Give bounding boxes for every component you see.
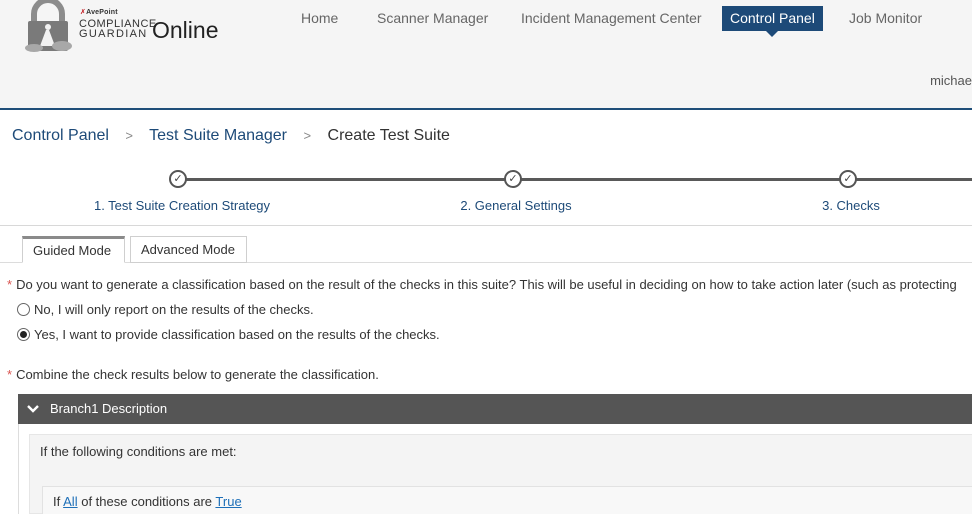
wizard-stepper: ✓ ✓ ✓ 1. Test Suite Creation Strategy 2.…: [0, 166, 972, 226]
rule-prefix: If: [53, 494, 61, 509]
breadcrumb: Control Panel > Test Suite Manager > Cre…: [12, 127, 450, 145]
nav-home[interactable]: Home: [301, 6, 338, 31]
step-2-check-icon: ✓: [504, 170, 522, 188]
classification-question: * Do you want to generate a classificatio…: [7, 277, 957, 292]
radio-no-label: No, I will only report on the results of…: [34, 302, 314, 317]
radio-option-no[interactable]: No, I will only report on the results of…: [17, 302, 314, 317]
breadcrumb-current-page: Create Test Suite: [327, 127, 450, 144]
tab-advanced-mode[interactable]: Advanced Mode: [130, 236, 247, 263]
condition-rule-text: If All of these conditions are True: [53, 494, 242, 509]
nav-incident-management-center[interactable]: Incident Management Center: [521, 6, 702, 31]
step-1-check-icon: ✓: [169, 170, 187, 188]
conditions-heading: If the following conditions are met:: [40, 444, 237, 459]
breadcrumb-separator: >: [125, 128, 133, 143]
chevron-down-icon[interactable]: [26, 402, 40, 416]
radio-yes-label: Yes, I want to provide classification ba…: [34, 327, 440, 342]
rule-middle: of these conditions are: [81, 494, 213, 509]
app-header: ✗AvePoint COMPLIANCE GUARDIAN Online Hom…: [0, 0, 972, 110]
step-3-label[interactable]: 3. Checks: [822, 198, 880, 213]
step-2-label[interactable]: 2. General Settings: [460, 198, 571, 213]
compliance-guardian-logo[interactable]: ✗AvePoint COMPLIANCE GUARDIAN Online: [22, 0, 232, 56]
breadcrumb-test-suite-manager[interactable]: Test Suite Manager: [149, 127, 287, 144]
classification-question-text: Do you want to generate a classification…: [16, 277, 957, 292]
radio-option-yes[interactable]: Yes, I want to provide classification ba…: [17, 327, 440, 342]
padlock-logo-icon: [25, 0, 72, 52]
breadcrumb-control-panel[interactable]: Control Panel: [12, 127, 109, 144]
rule-value-link[interactable]: True: [215, 494, 241, 509]
branch-body: If the following conditions are met: If …: [18, 424, 972, 514]
nav-control-panel[interactable]: Control Panel: [722, 6, 823, 37]
combine-results-text: Combine the check results below to gener…: [16, 367, 379, 382]
tab-guided-mode[interactable]: Guided Mode: [22, 236, 125, 263]
branch-title: Branch1 Description: [50, 401, 168, 416]
combine-results-instruction: * Combine the check results below to gene…: [7, 367, 379, 382]
radio-no-button[interactable]: [17, 303, 30, 316]
nav-scanner-manager[interactable]: Scanner Manager: [377, 6, 488, 31]
radio-yes-button[interactable]: [17, 328, 30, 341]
breadcrumb-separator: >: [303, 128, 312, 143]
branch-header[interactable]: Branch1 Description: [18, 394, 972, 424]
nav-job-monitor[interactable]: Job Monitor: [849, 6, 922, 31]
avepoint-wordmark: ✗AvePoint: [80, 9, 118, 16]
required-marker: *: [7, 367, 13, 382]
conditions-group: If the following conditions are met: If …: [29, 434, 972, 514]
rule-quantifier-link[interactable]: All: [63, 494, 77, 509]
logo-online-text: Online: [152, 17, 219, 43]
logo-guardian-text: GUARDIAN: [79, 28, 148, 40]
user-menu[interactable]: michae: [930, 73, 972, 88]
step-3-check-icon: ✓: [839, 170, 857, 188]
required-marker: *: [7, 277, 13, 292]
condition-rule: If All of these conditions are True: [42, 486, 972, 514]
step-1-label[interactable]: 1. Test Suite Creation Strategy: [94, 198, 270, 213]
